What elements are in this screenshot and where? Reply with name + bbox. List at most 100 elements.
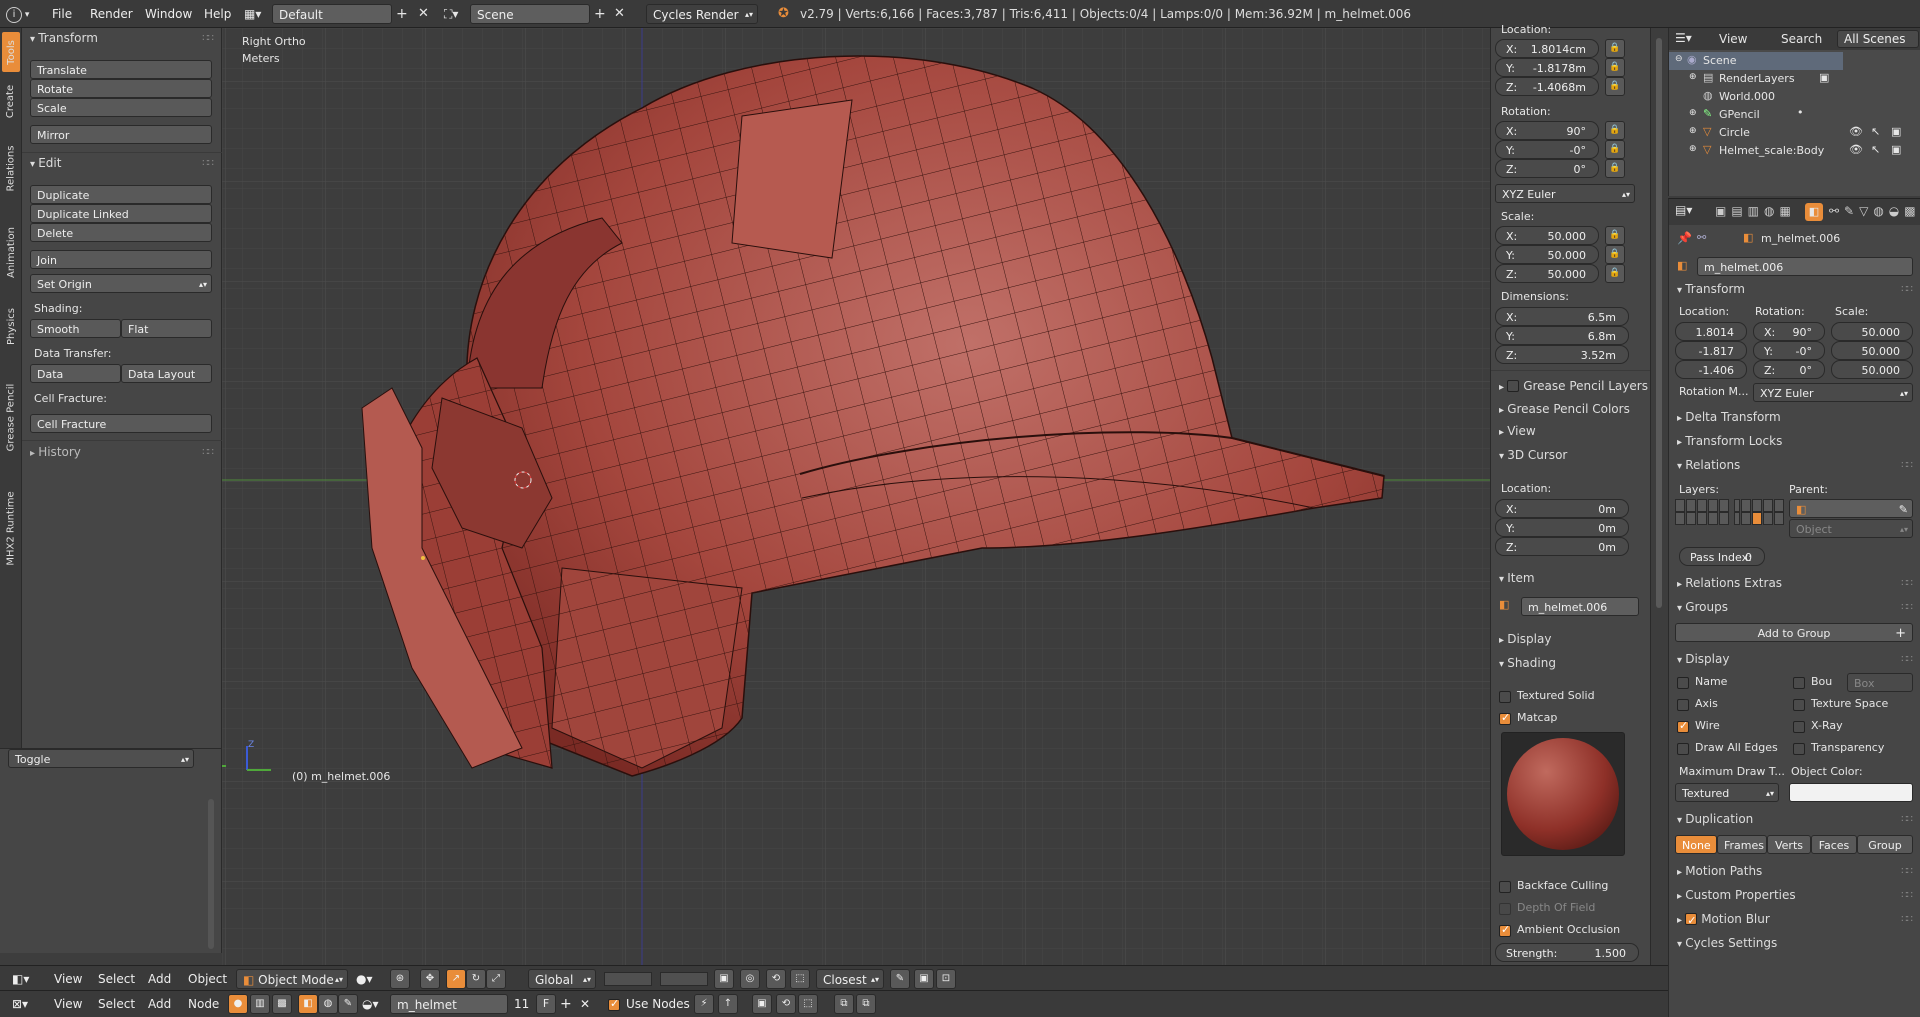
lock-scale-y-icon[interactable]: 🔒: [1605, 245, 1625, 264]
transform-orientation-select[interactable]: Global ▴▾: [528, 969, 596, 989]
xray-checkbox[interactable]: [1793, 721, 1805, 733]
rotation-z-field[interactable]: Z: 0°: [1495, 159, 1599, 178]
menu-help[interactable]: Help: [204, 4, 231, 24]
backface-culling-checkbox[interactable]: [1499, 881, 1511, 893]
lock-camera-icon[interactable]: ▣: [714, 969, 734, 989]
remove-scene-icon[interactable]: ✕: [614, 4, 625, 24]
scale-button[interactable]: Scale: [30, 98, 212, 117]
snap-element-node-icon[interactable]: ⬚: [798, 994, 818, 1014]
panel-view-header[interactable]: View: [1499, 421, 1535, 441]
dimension-y-field[interactable]: Y: 6.8m: [1495, 326, 1629, 345]
ao-checkbox[interactable]: [1499, 923, 1511, 937]
set-origin-menu[interactable]: Set Origin ▴▾: [30, 274, 212, 293]
scale-x-field[interactable]: X: 50.000: [1495, 226, 1599, 245]
axis-checkbox[interactable]: [1677, 699, 1689, 711]
scene-field[interactable]: Scene: [470, 4, 590, 24]
outliner-row-world[interactable]: ◍ World.000: [1669, 88, 1920, 106]
menu-view[interactable]: View: [54, 969, 82, 989]
camera-icon[interactable]: ⊡: [936, 969, 956, 989]
object-color-swatch[interactable]: [1789, 783, 1913, 802]
node-editor-type-icon[interactable]: ⊠▾: [12, 994, 28, 1014]
editor-type-icon[interactable]: ◧▾: [12, 969, 29, 989]
lock-location-x-icon[interactable]: 🔒: [1605, 39, 1625, 58]
ao-strength-field[interactable]: Strength: 1.500: [1495, 943, 1639, 962]
viewport-canvas[interactable]: [222, 28, 1490, 969]
tab-tools[interactable]: Tools: [2, 32, 20, 72]
lock-location-z-icon[interactable]: 🔒: [1605, 77, 1625, 96]
tab-create[interactable]: Create: [2, 76, 20, 126]
fake-user-button[interactable]: F: [536, 994, 556, 1014]
dup-none-button[interactable]: None: [1675, 835, 1717, 854]
snap-target-select[interactable]: Closest ▴▾: [816, 969, 884, 989]
layer-grid-2[interactable]: [660, 972, 708, 986]
motion-paths-header[interactable]: Motion Paths: [1677, 861, 1762, 881]
outliner-row-helmet-body[interactable]: ⊕ ▽ Helmet_scale:Body 👁 ↖ ▣: [1669, 142, 1920, 160]
material-browse-icon[interactable]: ◒▾: [362, 994, 379, 1014]
props-transform-header[interactable]: Transform: [1677, 279, 1745, 299]
properties-context-tabs[interactable]: ▣▤▥◍▦: [1715, 204, 1796, 218]
props-display-header[interactable]: Display: [1677, 649, 1729, 669]
lock-rotation-z-icon[interactable]: 🔒: [1605, 159, 1625, 178]
object-name-field[interactable]: m_helmet.006: [1697, 257, 1913, 276]
menu-select[interactable]: Select: [98, 969, 135, 989]
location-z-field[interactable]: Z: -1.4068m: [1495, 77, 1599, 96]
screen-layout-field[interactable]: Default: [272, 4, 392, 24]
new-material-icon[interactable]: +: [560, 994, 572, 1014]
join-button[interactable]: Join: [30, 250, 212, 269]
panel-history-header[interactable]: History: [30, 442, 81, 462]
relations-header[interactable]: Relations: [1677, 455, 1740, 475]
menu-add[interactable]: Add: [148, 969, 171, 989]
panel-gp-colors-header[interactable]: Grease Pencil Colors: [1499, 399, 1630, 419]
outliner-search-menu[interactable]: Search: [1781, 32, 1822, 46]
manipulator-toggle-icon[interactable]: ✥: [420, 969, 440, 989]
npanel-scrollbar[interactable]: [1656, 38, 1662, 608]
rotate-button[interactable]: Rotate: [30, 79, 212, 98]
custom-properties-header[interactable]: Custom Properties: [1677, 885, 1795, 905]
translate-button[interactable]: Translate: [30, 60, 212, 79]
props-loc-y[interactable]: -1.817: [1675, 341, 1747, 360]
panel-transform-header[interactable]: Transform: [30, 28, 98, 48]
data-button[interactable]: Data: [30, 364, 121, 383]
location-y-field[interactable]: Y: -1.8178m: [1495, 58, 1599, 77]
properties-editor-icon[interactable]: ▤▾: [1675, 203, 1692, 217]
props-loc-x[interactable]: 1.8014: [1675, 322, 1747, 341]
cell-fracture-button[interactable]: Cell Fracture: [30, 414, 212, 433]
cursor-y-field[interactable]: Y: 0m: [1495, 518, 1629, 537]
parent-node-icon[interactable]: ↑: [718, 994, 738, 1014]
viewport-shading-icon[interactable]: ●▾: [356, 969, 373, 989]
dup-group-button[interactable]: Group: [1857, 835, 1913, 854]
outliner-row-circle[interactable]: ⊕ ▽ Circle 👁 ↖ ▣: [1669, 124, 1920, 142]
matcap-preview[interactable]: [1501, 732, 1625, 856]
scene-icon[interactable]: ⛶▾: [444, 4, 458, 24]
object-shader-icon[interactable]: ◧: [298, 994, 318, 1014]
redo-scrollbar[interactable]: [208, 799, 214, 949]
props-rotation-mode-select[interactable]: XYZ Euler ▴▾: [1753, 383, 1913, 402]
rotation-mode-select[interactable]: XYZ Euler ▴▾: [1495, 184, 1635, 203]
dof-checkbox[interactable]: [1499, 903, 1511, 915]
data-layout-button[interactable]: Data Layout: [121, 364, 212, 383]
props-loc-z[interactable]: -1.406: [1675, 360, 1747, 379]
translate-manipulator-icon[interactable]: ↗: [446, 969, 466, 989]
delta-transform-header[interactable]: Delta Transform: [1677, 407, 1781, 427]
cursor-z-field[interactable]: Z: 0m: [1495, 537, 1629, 556]
groups-header[interactable]: Groups: [1677, 597, 1728, 617]
flat-button[interactable]: Flat: [121, 319, 212, 338]
dup-verts-button[interactable]: Verts: [1767, 835, 1811, 854]
panel-gp-layers-header[interactable]: Grease Pencil Layers: [1499, 376, 1648, 396]
bounds-checkbox[interactable]: [1793, 677, 1805, 689]
menu-render[interactable]: Render: [90, 4, 133, 24]
node-menu-view[interactable]: View: [54, 994, 82, 1014]
dimension-z-field[interactable]: Z: 3.52m: [1495, 345, 1629, 364]
linestyle-icon[interactable]: ✎: [338, 994, 358, 1014]
transparency-checkbox[interactable]: [1793, 743, 1805, 755]
outliner-row-gpencil[interactable]: ⊕ ✎ GPencil •: [1669, 106, 1920, 124]
scale-z-field[interactable]: Z: 50.000: [1495, 264, 1599, 283]
props-scale-z[interactable]: 50.000: [1831, 360, 1913, 379]
tab-grease-pencil[interactable]: Grease Pencil: [2, 362, 20, 472]
location-x-field[interactable]: X: 1.8014cm: [1495, 39, 1599, 58]
pivot-point-icon[interactable]: ⊛: [390, 969, 410, 989]
outliner-row-scene[interactable]: ⊖ ◉ Scene: [1669, 52, 1843, 70]
scale-y-field[interactable]: Y: 50.000: [1495, 245, 1599, 264]
texture-space-checkbox[interactable]: [1793, 699, 1805, 711]
motion-blur-header[interactable]: Motion Blur: [1677, 909, 1770, 931]
